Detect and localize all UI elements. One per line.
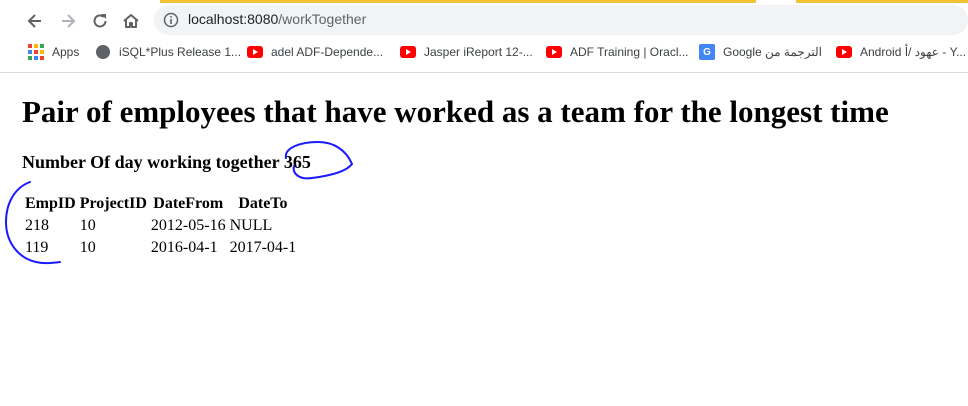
employee-table: EmpID ProjectID DateFrom DateTo 218 10 2…: [22, 192, 299, 260]
bookmark-label: Google الترجمة من: [723, 45, 822, 59]
column-header-datefrom: DateFrom: [153, 195, 224, 212]
youtube-icon: [400, 44, 416, 60]
bookmark-label: ADF Training | Oracl...: [570, 45, 689, 59]
youtube-icon: [836, 44, 852, 60]
days-value: 365: [283, 152, 311, 172]
table-header-row: EmpID ProjectID DateFrom DateTo: [24, 194, 297, 214]
days-label: Number Of day working together: [22, 152, 280, 172]
youtube-icon: [546, 44, 562, 60]
cell-empid: 218: [25, 217, 49, 234]
url-text[interactable]: localhost:8080/workTogether: [188, 11, 366, 27]
bookmark-android[interactable]: Android عهود /أ - Y...: [836, 40, 966, 64]
back-button[interactable]: [22, 8, 48, 34]
google-translate-icon: G: [699, 44, 715, 60]
url-host: localhost:8080: [188, 11, 279, 27]
cell-projectid: 10: [79, 217, 96, 234]
table-row: 119 10 2016-04-1 2017-04-1: [24, 238, 297, 258]
reload-button[interactable]: [87, 8, 113, 34]
back-arrow-icon: [27, 14, 41, 28]
cell-dateto: NULL: [229, 217, 273, 234]
page-title: Pair of employees that have worked as a …: [22, 94, 889, 129]
bookmark-label: Android عهود /أ - Y...: [860, 45, 967, 59]
apps-grid-icon: [28, 44, 44, 60]
cell-datefrom: 2016-04-1: [150, 239, 218, 256]
bookmark-apps[interactable]: Apps: [28, 40, 79, 64]
bookmark-google-translate[interactable]: G Google الترجمة من: [699, 40, 822, 64]
url-path: /workTogether: [278, 11, 367, 27]
tab-strip-accent: [160, 0, 756, 3]
bookmark-label: Jasper iReport 12-...: [424, 45, 533, 59]
cell-projectid: 10: [79, 239, 96, 256]
forward-arrow-icon: [62, 14, 76, 28]
bookmark-label: iSQL*Plus Release 1...: [119, 45, 242, 59]
home-icon: [123, 14, 139, 28]
youtube-icon: [247, 44, 263, 60]
cell-empid: 119: [25, 239, 49, 256]
bookmark-jasper-ireport[interactable]: Jasper iReport 12-...: [400, 40, 533, 64]
cell-dateto: 2017-04-1: [229, 239, 297, 256]
info-icon[interactable]: [163, 12, 179, 28]
reload-icon: [93, 14, 107, 28]
home-button[interactable]: [118, 8, 144, 34]
globe-icon: [95, 44, 111, 60]
forward-button[interactable]: [55, 8, 81, 34]
column-header-dateto: DateTo: [238, 195, 288, 212]
bookmark-label: adel ADF-Depende...: [271, 45, 384, 59]
column-header-empid: EmpID: [25, 195, 76, 212]
column-header-projectid: ProjectID: [79, 195, 147, 212]
bookmark-adf-training[interactable]: ADF Training | Oracl...: [546, 40, 688, 64]
cell-datefrom: 2012-05-16: [150, 217, 226, 234]
bookmark-adel-adf[interactable]: adel ADF-Depende...: [247, 40, 383, 64]
bookmark-isqlplus[interactable]: iSQL*Plus Release 1...: [95, 40, 241, 64]
days-together: Number Of day working together 365: [22, 152, 311, 173]
bookmark-label: Apps: [52, 45, 80, 59]
address-bar[interactable]: localhost:8080/workTogether: [154, 5, 968, 35]
browser-chrome: localhost:8080/workTogether Apps iSQL*Pl…: [0, 0, 968, 73]
tab-strip-accent: [796, 0, 968, 3]
table-row: 218 10 2012-05-16 NULL: [24, 216, 297, 236]
